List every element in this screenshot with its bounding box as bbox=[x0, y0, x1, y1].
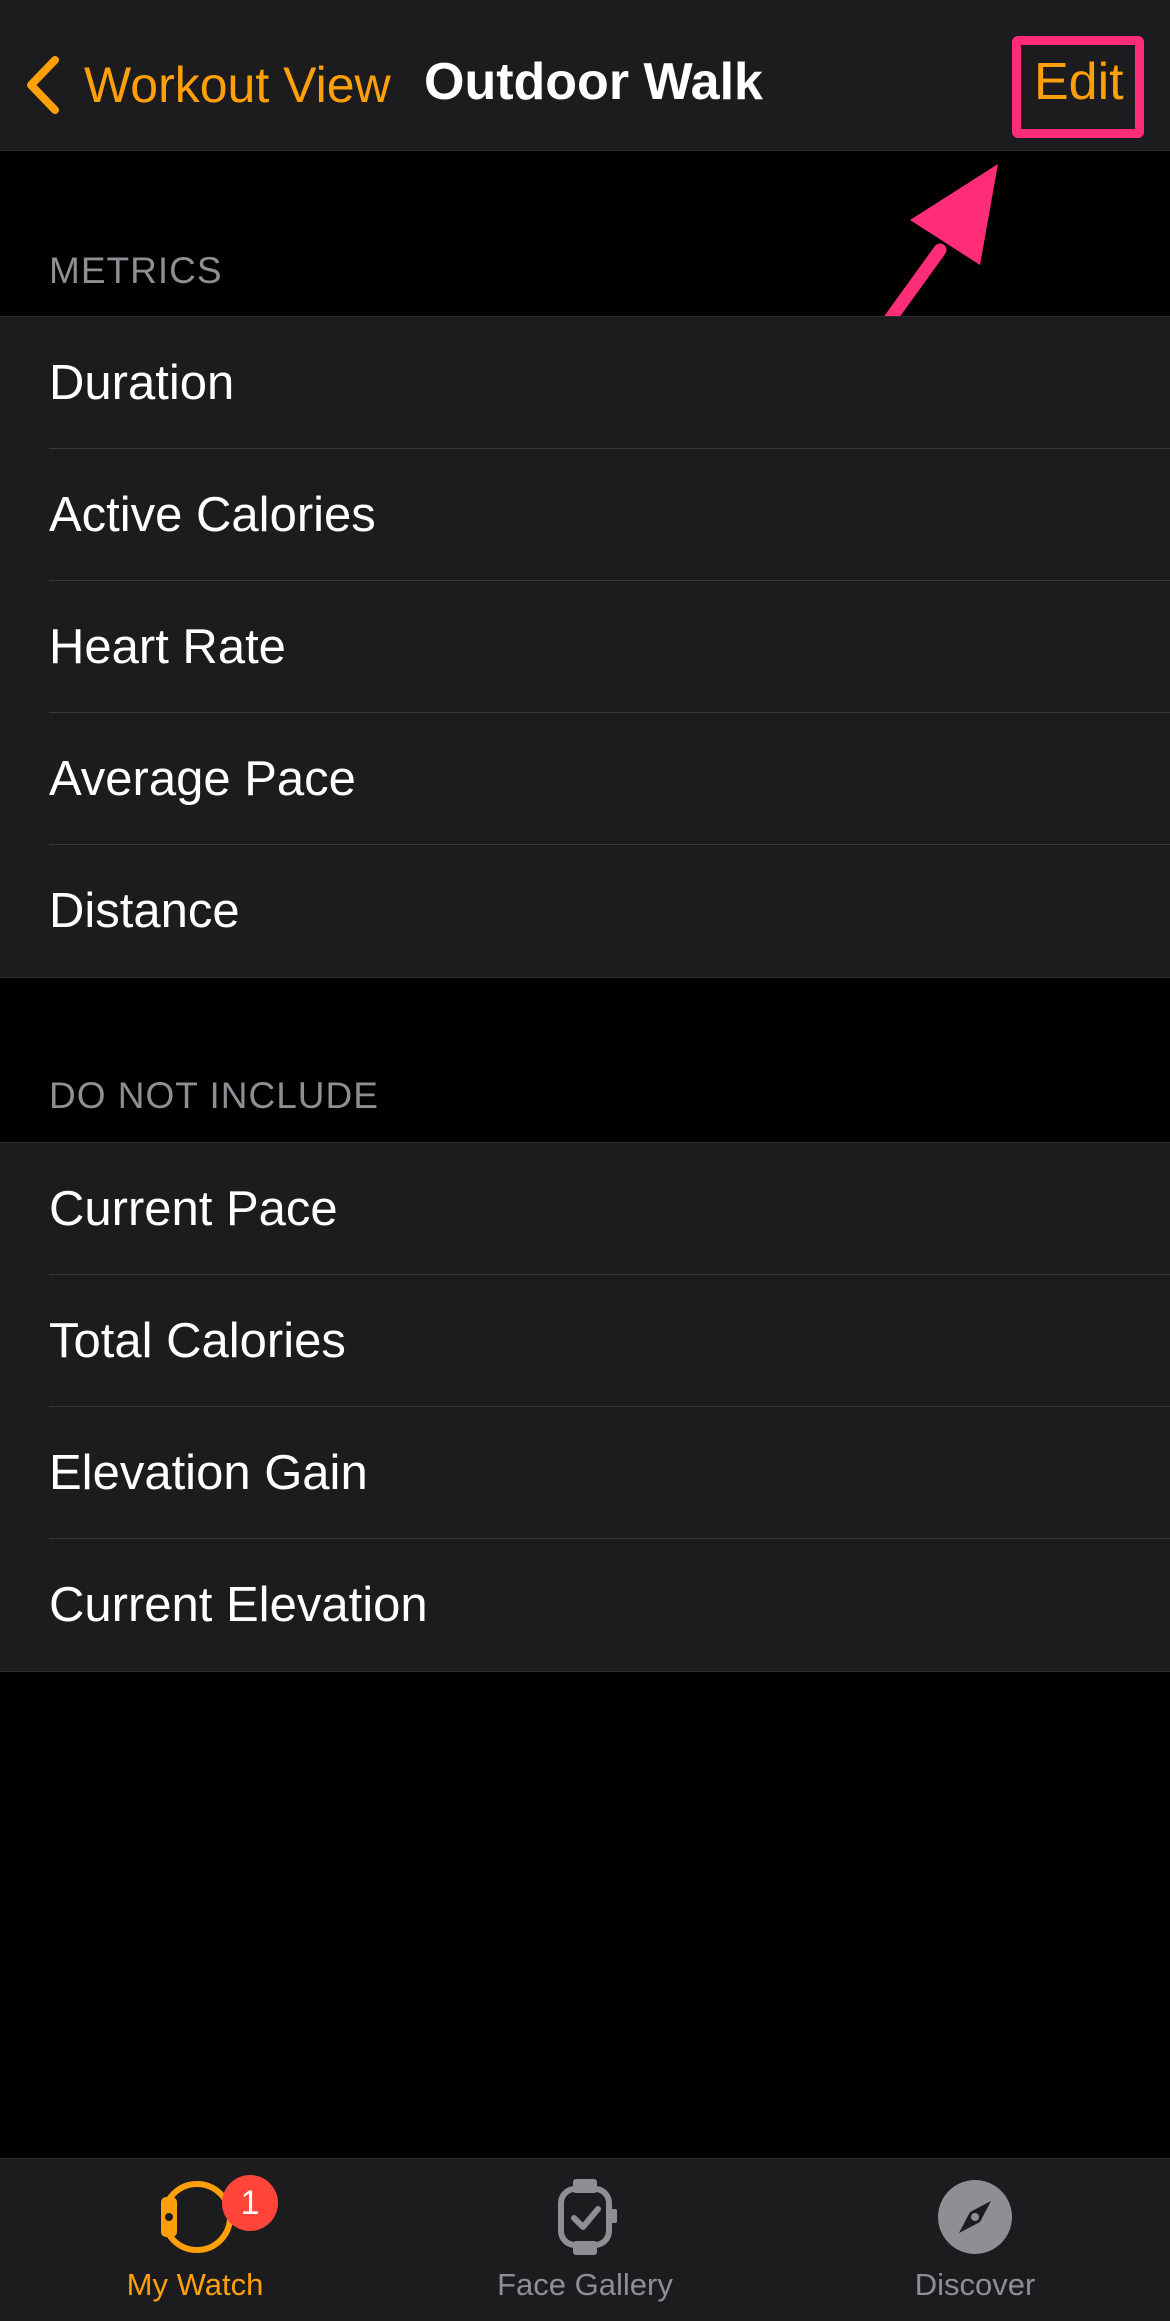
tab-label: My Watch bbox=[126, 2267, 264, 2302]
list-item[interactable]: Heart Rate bbox=[0, 581, 1170, 713]
tab-my-watch[interactable]: 1 My Watch bbox=[0, 2159, 390, 2321]
face-gallery-icon bbox=[390, 2175, 780, 2259]
list-item-label: Elevation Gain bbox=[49, 1446, 368, 1500]
list-item-label: Active Calories bbox=[49, 488, 376, 542]
list-item[interactable]: Current Pace bbox=[0, 1143, 1170, 1275]
metrics-list: Duration Active Calories Heart Rate Aver… bbox=[0, 316, 1170, 978]
watch-icon bbox=[0, 2175, 390, 2259]
back-button[interactable]: Workout View bbox=[20, 40, 391, 130]
list-item[interactable]: Current Elevation bbox=[0, 1539, 1170, 1671]
tab-label: Discover bbox=[914, 2267, 1036, 2302]
tab-bar: 1 My Watch Face Gallery Discover bbox=[0, 2158, 1170, 2321]
list-item[interactable]: Distance bbox=[0, 845, 1170, 977]
tab-face-gallery[interactable]: Face Gallery bbox=[390, 2159, 780, 2321]
list-item-label: Heart Rate bbox=[49, 620, 286, 674]
list-item[interactable]: Active Calories bbox=[0, 449, 1170, 581]
tab-label: Face Gallery bbox=[497, 2267, 673, 2302]
section-header-do-not-include: DO NOT INCLUDE bbox=[49, 1075, 379, 1116]
list-item-label: Current Pace bbox=[49, 1182, 338, 1236]
list-item-label: Distance bbox=[49, 884, 240, 938]
list-item-label: Duration bbox=[49, 356, 235, 410]
list-item[interactable]: Duration bbox=[0, 317, 1170, 449]
back-button-label: Workout View bbox=[84, 57, 391, 113]
list-item-label: Average Pace bbox=[49, 752, 356, 806]
list-item-label: Current Elevation bbox=[49, 1578, 428, 1632]
tab-discover[interactable]: Discover bbox=[780, 2159, 1170, 2321]
page-title: Outdoor Walk bbox=[424, 53, 763, 111]
chevron-left-icon bbox=[20, 50, 66, 120]
list-item[interactable]: Total Calories bbox=[0, 1275, 1170, 1407]
list-item[interactable]: Average Pace bbox=[0, 713, 1170, 845]
notification-badge: 1 bbox=[222, 2175, 278, 2231]
list-item[interactable]: Elevation Gain bbox=[0, 1407, 1170, 1539]
compass-icon bbox=[780, 2175, 1170, 2259]
section-header-metrics: METRICS bbox=[49, 250, 223, 291]
annotation-highlight-box bbox=[1012, 36, 1144, 138]
excluded-metrics-list: Current Pace Total Calories Elevation Ga… bbox=[0, 1142, 1170, 1672]
list-item-label: Total Calories bbox=[49, 1314, 346, 1368]
navigation-bar: Workout View Outdoor Walk Edit bbox=[0, 0, 1170, 151]
